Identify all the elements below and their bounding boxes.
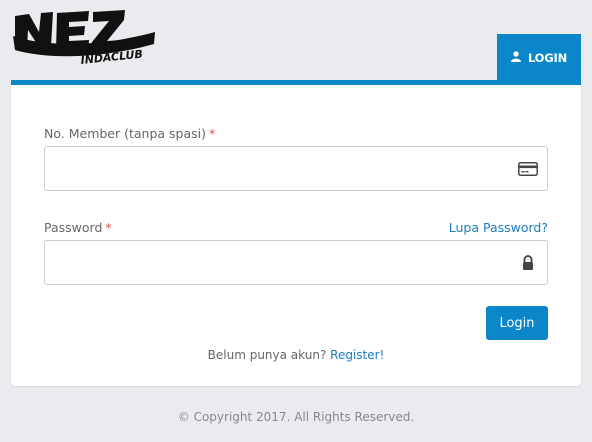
password-label: Password * [44, 220, 112, 235]
credit-card-icon [518, 160, 538, 178]
lock-icon [518, 254, 538, 272]
register-prompt: Belum punya akun? Register! [11, 348, 581, 362]
required-mark: * [209, 126, 216, 141]
password-input[interactable] [44, 240, 548, 285]
member-number-input[interactable] [44, 146, 548, 191]
member-number-label: No. Member (tanpa spasi) * [44, 126, 215, 141]
required-mark: * [105, 220, 112, 235]
nez-logo-graphic: INDACLUB [13, 10, 155, 67]
login-card: No. Member (tanpa spasi) * Password * Lupa… [11, 80, 581, 386]
member-number-label-text: No. Member (tanpa spasi) [44, 126, 207, 141]
copyright-footer: © Copyright 2017. All Rights Reserved. [177, 410, 415, 424]
login-button[interactable]: Login [486, 306, 548, 340]
tab-login[interactable]: LOGIN [497, 34, 581, 82]
tab-login-label: LOGIN [527, 51, 568, 65]
register-link[interactable]: Register! [330, 348, 384, 362]
user-icon [510, 51, 521, 65]
brand-logo: INDACLUB [9, 6, 159, 78]
password-label-text: Password [44, 220, 103, 235]
register-prompt-text: Belum punya akun? [207, 348, 327, 362]
forgot-password-link[interactable]: Lupa Password? [449, 220, 548, 235]
